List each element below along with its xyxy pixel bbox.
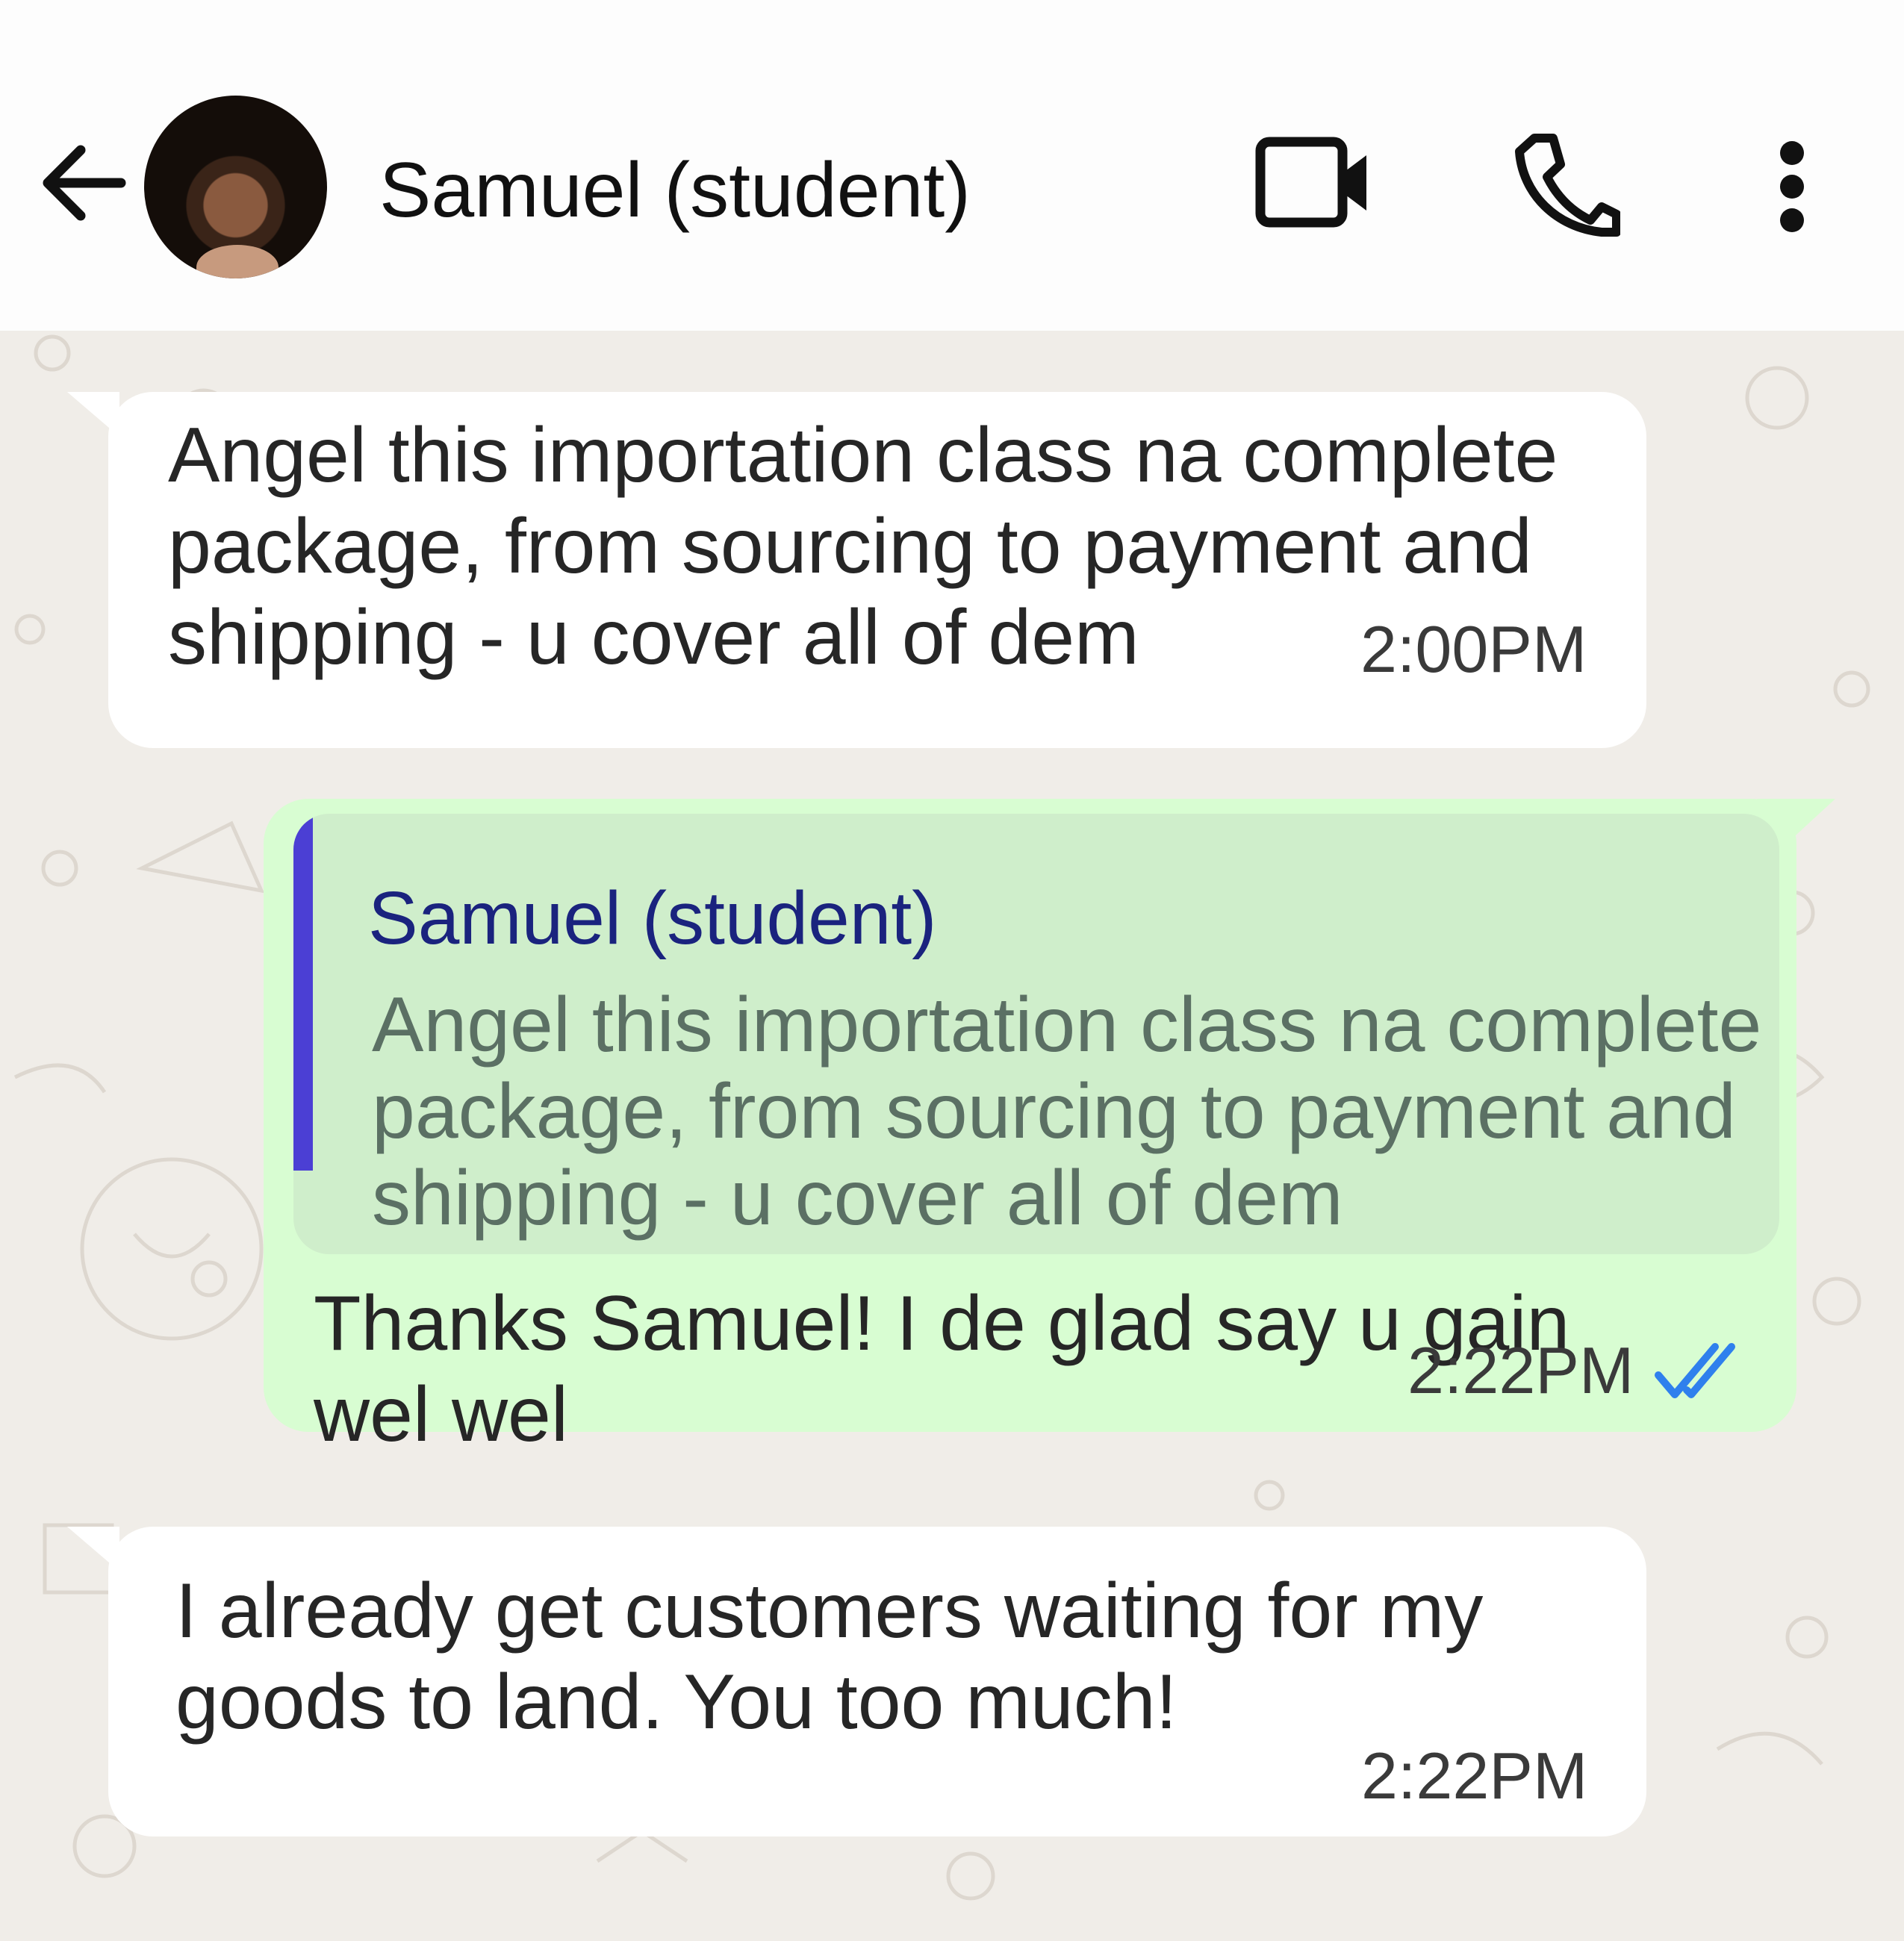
bubble-tail [67,392,119,437]
contact-name[interactable]: Samuel (student) [379,146,971,235]
more-options-icon[interactable] [1766,138,1818,235]
message-time: 2:22PM [1361,1739,1588,1813]
message-text: Thanks Samuel! I de glad say u gain wel … [314,1280,1570,1458]
chat-area[interactable]: Angel this importation class na complete… [0,331,1904,1941]
back-arrow-icon[interactable] [37,138,127,228]
quoted-message[interactable]: Samuel (student) Angel this importation … [293,814,1779,1254]
message-text: I already get customers waiting for my g… [175,1568,1484,1745]
double-check-icon [1655,1343,1735,1398]
quote-author: Samuel (student) [368,876,937,960]
message-text: Angel this importation class na complete… [168,412,1558,681]
quote-bar [293,814,313,1171]
video-call-icon[interactable] [1254,134,1374,231]
quote-text: Angel this importation class na complete… [372,982,1762,1241]
outgoing-message[interactable]: Samuel (student) Angel this importation … [264,799,1835,1458]
chat-header: Samuel (student) [0,0,1904,331]
message-time: 2:00PM [1360,612,1587,686]
message-time: 2:22PM [1407,1333,1634,1407]
avatar[interactable] [144,96,327,278]
phone-call-icon[interactable] [1512,131,1620,239]
incoming-message[interactable]: Angel this importation class na complete… [67,392,1646,748]
incoming-message[interactable]: I already get customers waiting for my g… [67,1527,1646,1836]
bubble-tail [67,1527,119,1571]
